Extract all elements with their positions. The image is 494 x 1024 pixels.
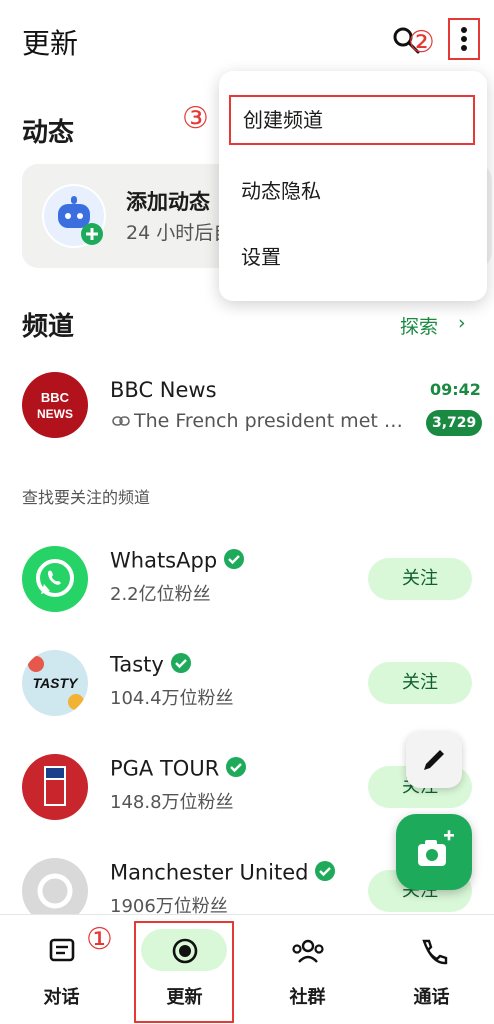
news-logo-text: NEWS [37,407,73,421]
communities-icon [292,939,324,963]
menu-item-create-channel[interactable]: 创建频道 [229,95,475,145]
channel-name: Manchester United [110,860,336,887]
link-icon [112,410,134,432]
channels-section-title: 频道 [22,312,75,342]
message-time: 09:42 [430,380,481,399]
follow-button[interactable]: 关注 [368,662,472,704]
verified-icon [314,860,336,887]
pga-tour-avatar [22,754,88,820]
verified-icon [170,652,192,679]
verified-icon [223,548,245,575]
message-preview: The French president met U... [112,410,408,432]
annotation-3: ③ [182,101,209,136]
phone-icon [422,939,448,965]
channel-row-bbc-news[interactable]: BBC NEWS BBC News 09:42 The French presi… [0,362,494,452]
overflow-menu: 创建频道 动态隐私 设置 [219,71,487,301]
chat-icon [49,938,75,962]
nav-label: 对话 [43,987,80,1008]
follow-button[interactable]: 关注 [368,558,472,600]
follower-count: 148.8万位粉丝 [110,792,234,813]
nav-item-calls[interactable]: 通话 [370,915,493,1024]
annotation-1: ① [86,922,113,957]
follower-count: 104.4万位粉丝 [110,688,234,709]
new-camera-status-button[interactable] [396,814,472,890]
new-text-status-button[interactable] [406,732,462,788]
bottom-navigation: 对话 更新 社群 通话 ① [0,914,494,1024]
channel-row-whatsapp[interactable]: WhatsApp 2.2亿位粉丝 关注 [0,536,494,626]
nav-item-communities[interactable]: 社群 [246,915,369,1024]
robot-avatar-icon [44,186,104,246]
tasty-logo-text: TASTY [33,675,80,691]
pencil-icon [424,750,444,770]
channel-row-tasty[interactable]: TASTY Tasty 104.4万位粉丝 关注 [0,640,494,730]
channel-name: PGA TOUR [110,756,247,783]
menu-item-settings[interactable]: 设置 [241,241,281,270]
whatsapp-avatar [22,546,88,612]
tasty-avatar: TASTY [22,650,88,716]
channel-name: WhatsApp [110,548,245,575]
follower-count: 2.2亿位粉丝 [110,584,211,605]
menu-item-status-privacy[interactable]: 动态隐私 [241,175,321,204]
status-section-title: 动态 [22,118,75,148]
camera-plus-icon [418,830,454,866]
explore-link[interactable]: 探索 [400,312,438,339]
whatsapp-logo-icon [36,559,74,597]
top-bar: 更新 ② [0,0,494,80]
nav-label: 通话 [413,987,450,1008]
verified-icon [225,756,247,783]
add-status-title: 添加动态 [126,190,210,214]
unread-count-badge: 3,729 [426,410,483,436]
status-avatar [42,184,106,248]
more-options-icon[interactable] [448,18,480,60]
find-channels-title: 查找要关注的频道 [22,488,151,507]
bbc-logo-text: BBC [41,390,70,405]
bbc-news-avatar: BBC NEWS [22,372,88,438]
nav-label: 社群 [289,987,326,1008]
page-title: 更新 [22,27,79,60]
channel-name: Tasty [110,652,192,679]
message-preview-text: The French president met U... [134,410,408,432]
annotation-box [134,921,234,1023]
chevron-right-icon[interactable]: › [458,312,466,334]
annotation-2: ② [408,25,435,60]
channel-name: BBC News [110,378,217,402]
